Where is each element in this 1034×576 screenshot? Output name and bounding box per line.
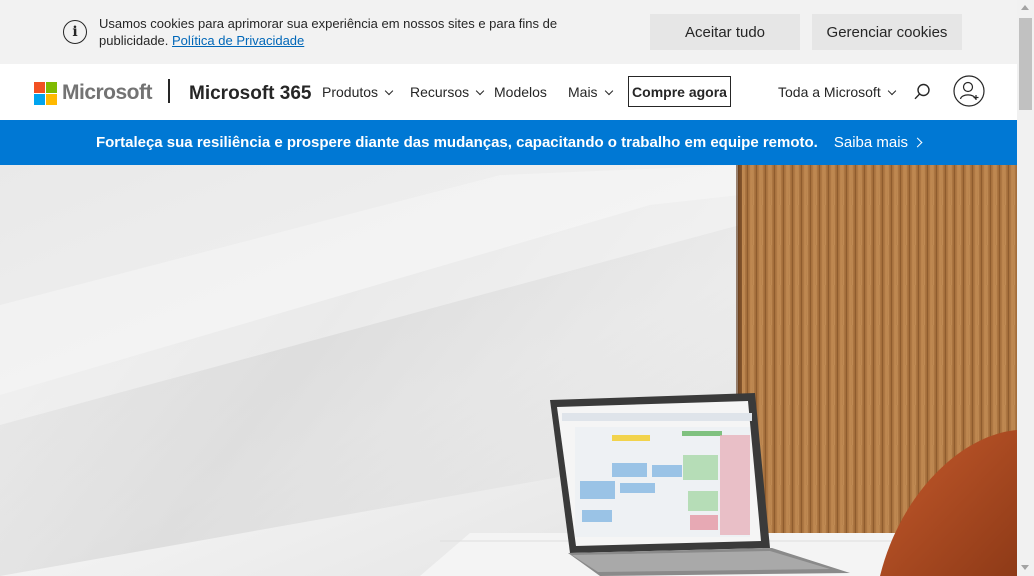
nav-resources[interactable]: Recursos <box>410 84 485 100</box>
account-icon[interactable] <box>953 75 985 107</box>
nav-resources-label: Recursos <box>410 84 470 100</box>
all-microsoft-menu[interactable]: Toda a Microsoft <box>778 84 896 100</box>
search-icon[interactable] <box>912 82 932 102</box>
chevron-down-icon <box>384 86 394 95</box>
site-header: Microsoft Microsoft 365 Produtos Recurso… <box>0 64 1017 120</box>
chevron-down-icon <box>604 86 613 95</box>
promo-banner: Fortaleça sua resiliência e prospere dia… <box>0 120 1017 165</box>
nav-templates[interactable]: Modelos <box>494 84 547 100</box>
hero-illustration <box>0 165 1017 576</box>
privacy-policy-link[interactable]: Política de Privacidade <box>172 33 304 48</box>
accept-all-button[interactable]: Aceitar tudo <box>650 14 800 50</box>
scroll-down-icon[interactable] <box>1021 565 1029 570</box>
manage-cookies-button[interactable]: Gerenciar cookies <box>812 14 962 50</box>
cookie-message: Usamos cookies para aprimorar sua experi… <box>99 15 569 49</box>
chevron-right-icon <box>912 137 923 148</box>
info-icon: i <box>63 20 87 44</box>
all-microsoft-label: Toda a Microsoft <box>778 84 881 100</box>
microsoft-logo-icon[interactable] <box>34 82 57 105</box>
cookie-banner: i Usamos cookies para aprimorar sua expe… <box>0 0 1017 64</box>
nav-products-label: Produtos <box>322 84 379 100</box>
product-title[interactable]: Microsoft 365 <box>189 83 311 105</box>
hero-image <box>0 165 1017 576</box>
learn-more-link[interactable]: Saiba mais <box>833 134 923 151</box>
brand-name[interactable]: Microsoft <box>62 81 153 105</box>
scroll-thumb[interactable] <box>1019 18 1032 110</box>
nav-more-label: Mais <box>568 84 598 100</box>
learn-more-label: Saiba mais <box>833 134 909 151</box>
chevron-down-icon <box>475 86 485 95</box>
header-divider <box>168 79 170 103</box>
buy-now-button[interactable]: Compre agora <box>628 76 731 107</box>
nav-more[interactable]: Mais <box>568 84 613 100</box>
promo-text: Fortaleça sua resiliência e prospere dia… <box>95 134 818 151</box>
nav-templates-label: Modelos <box>494 84 547 100</box>
cookie-message-text: Usamos cookies para aprimorar sua experi… <box>99 16 558 48</box>
chevron-down-icon <box>887 86 896 95</box>
nav-products[interactable]: Produtos <box>322 84 394 100</box>
scroll-up-icon[interactable] <box>1021 5 1029 10</box>
